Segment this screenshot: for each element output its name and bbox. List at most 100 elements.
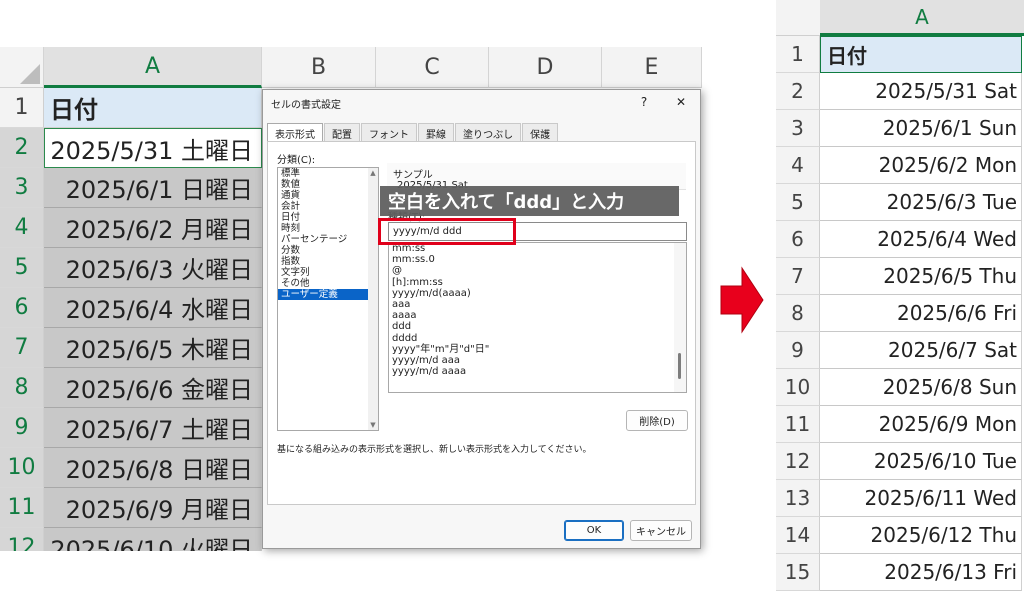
cell-a14[interactable]: 2025/6/12 Thu	[820, 517, 1022, 554]
format-list[interactable]: mm:ss mm:ss.0 @ [h]:mm:ss yyyy/m/d(aaaa)…	[388, 242, 687, 393]
row-header-2[interactable]: 2	[0, 128, 44, 168]
cell-a7[interactable]: 2025/6/5 木曜日	[44, 328, 262, 368]
cell-a10[interactable]: 2025/6/8 日曜日	[44, 448, 262, 488]
category-item-percentage[interactable]: パーセンテージ	[278, 234, 378, 245]
cell-a3[interactable]: 2025/6/1 日曜日	[44, 168, 262, 208]
cell-a6[interactable]: 2025/6/4 水曜日	[44, 288, 262, 328]
format-item[interactable]: [h]:mm:ss	[389, 277, 686, 288]
scroll-up-icon[interactable]: ▲	[369, 169, 377, 177]
row-header-1[interactable]: 1	[776, 36, 820, 73]
row-header-14[interactable]: 14	[776, 517, 820, 554]
cell-a3[interactable]: 2025/6/1 Sun	[820, 110, 1022, 147]
cancel-button[interactable]: キャンセル	[630, 520, 692, 541]
cell-a9[interactable]: 2025/6/7 Sat	[820, 332, 1022, 369]
row-header-7[interactable]: 7	[776, 258, 820, 295]
row-header-3[interactable]: 3	[0, 168, 44, 208]
cell-a8[interactable]: 2025/6/6 Fri	[820, 295, 1022, 332]
ok-button[interactable]: OK	[564, 520, 624, 541]
row-header-12[interactable]: 12	[776, 443, 820, 480]
cell-a4[interactable]: 2025/6/2 Mon	[820, 147, 1022, 184]
category-scrollbar[interactable]: ▲ ▼	[368, 168, 378, 430]
cell-a8[interactable]: 2025/6/6 金曜日	[44, 368, 262, 408]
cell-a1[interactable]: 日付	[820, 36, 1022, 73]
category-item-general[interactable]: 標準	[278, 168, 378, 179]
category-item-fraction[interactable]: 分数	[278, 245, 378, 256]
help-button[interactable]: ?	[633, 93, 655, 111]
row-header-5[interactable]: 5	[776, 184, 820, 221]
row-header-2[interactable]: 2	[776, 73, 820, 110]
cell-a11[interactable]: 2025/6/9 Mon	[820, 406, 1022, 443]
row-header-6[interactable]: 6	[0, 288, 44, 328]
format-item[interactable]: dddd	[389, 333, 686, 344]
row-header-4[interactable]: 4	[776, 147, 820, 184]
row-header-8[interactable]: 8	[776, 295, 820, 332]
row-header-4[interactable]: 4	[0, 208, 44, 248]
category-item-text[interactable]: 文字列	[278, 267, 378, 278]
column-header-b[interactable]: B	[262, 47, 376, 88]
row-header-9[interactable]: 9	[776, 332, 820, 369]
select-all-corner[interactable]	[0, 47, 44, 88]
cell-a2[interactable]: 2025/5/31 Sat	[820, 73, 1022, 110]
row-header-10[interactable]: 10	[776, 369, 820, 406]
format-item[interactable]: yyyy"年"m"月"d"日"	[389, 344, 686, 355]
format-item[interactable]: yyyy/m/d aaa	[389, 355, 686, 366]
category-item-time[interactable]: 時刻	[278, 223, 378, 234]
tab-border[interactable]: 罫線	[418, 123, 454, 142]
row-header-11[interactable]: 11	[776, 406, 820, 443]
tab-fill[interactable]: 塗りつぶし	[455, 123, 522, 142]
row-header-6[interactable]: 6	[776, 221, 820, 258]
column-header-d[interactable]: D	[489, 47, 602, 88]
cell-a5[interactable]: 2025/6/3 火曜日	[44, 248, 262, 288]
scrollbar-thumb[interactable]	[678, 353, 681, 379]
row-header-5[interactable]: 5	[0, 248, 44, 288]
column-header-a[interactable]: A	[44, 47, 262, 88]
row-header-7[interactable]: 7	[0, 328, 44, 368]
cell-a11[interactable]: 2025/6/9 月曜日	[44, 488, 262, 528]
row-header-8[interactable]: 8	[0, 368, 44, 408]
category-item-number[interactable]: 数値	[278, 179, 378, 190]
scroll-down-icon[interactable]: ▼	[369, 421, 377, 429]
format-item[interactable]: yyyy/m/d(aaaa)	[389, 288, 686, 299]
format-item[interactable]: ddd	[389, 321, 686, 332]
row-header-12[interactable]: 12	[0, 528, 44, 551]
category-list[interactable]: 標準 数値 通貨 会計 日付 時刻 パーセンテージ 分数 指数 文字列 その他 …	[277, 167, 379, 431]
category-item-date[interactable]: 日付	[278, 212, 378, 223]
format-item[interactable]: mm:ss.0	[389, 254, 686, 265]
tab-protection[interactable]: 保護	[522, 123, 559, 142]
cell-a10[interactable]: 2025/6/8 Sun	[820, 369, 1022, 406]
format-scrollbar[interactable]	[674, 243, 686, 392]
cell-a5[interactable]: 2025/6/3 Tue	[820, 184, 1022, 221]
row-header-10[interactable]: 10	[0, 448, 44, 488]
row-header-15[interactable]: 15	[776, 554, 820, 591]
column-header-c[interactable]: C	[376, 47, 489, 88]
cell-a1[interactable]: 日付	[44, 88, 262, 128]
cell-a6[interactable]: 2025/6/4 Wed	[820, 221, 1022, 258]
cell-a4[interactable]: 2025/6/2 月曜日	[44, 208, 262, 248]
cell-a2[interactable]: 2025/5/31 土曜日	[44, 128, 262, 168]
category-item-scientific[interactable]: 指数	[278, 256, 378, 267]
cell-a9[interactable]: 2025/6/7 土曜日	[44, 408, 262, 448]
category-item-accounting[interactable]: 会計	[278, 201, 378, 212]
format-item[interactable]: yyyy/m/d aaaa	[389, 366, 686, 377]
select-all-corner-right[interactable]	[776, 0, 820, 36]
format-item[interactable]: @	[389, 265, 686, 276]
format-item[interactable]: aaaa	[389, 310, 686, 321]
row-header-11[interactable]: 11	[0, 488, 44, 528]
format-item[interactable]: aaa	[389, 299, 686, 310]
column-header-a-right[interactable]: A	[820, 0, 1024, 36]
delete-button[interactable]: 削除(D)	[626, 410, 688, 431]
cell-a7[interactable]: 2025/6/5 Thu	[820, 258, 1022, 295]
row-header-13[interactable]: 13	[776, 480, 820, 517]
category-item-currency[interactable]: 通貨	[278, 190, 378, 201]
cell-a13[interactable]: 2025/6/11 Wed	[820, 480, 1022, 517]
close-icon[interactable]: ✕	[670, 93, 692, 111]
tab-number[interactable]: 表示形式	[267, 123, 323, 142]
cell-a12[interactable]: 2025/6/10 Tue	[820, 443, 1022, 480]
category-item-custom[interactable]: ユーザー定義	[278, 289, 378, 300]
row-header-3[interactable]: 3	[776, 110, 820, 147]
tab-alignment[interactable]: 配置	[324, 123, 360, 142]
cell-a12[interactable]: 2025/6/10 火曜日	[44, 528, 262, 551]
row-header-9[interactable]: 9	[0, 408, 44, 448]
column-header-e[interactable]: E	[602, 47, 702, 88]
row-header-1[interactable]: 1	[0, 88, 44, 128]
